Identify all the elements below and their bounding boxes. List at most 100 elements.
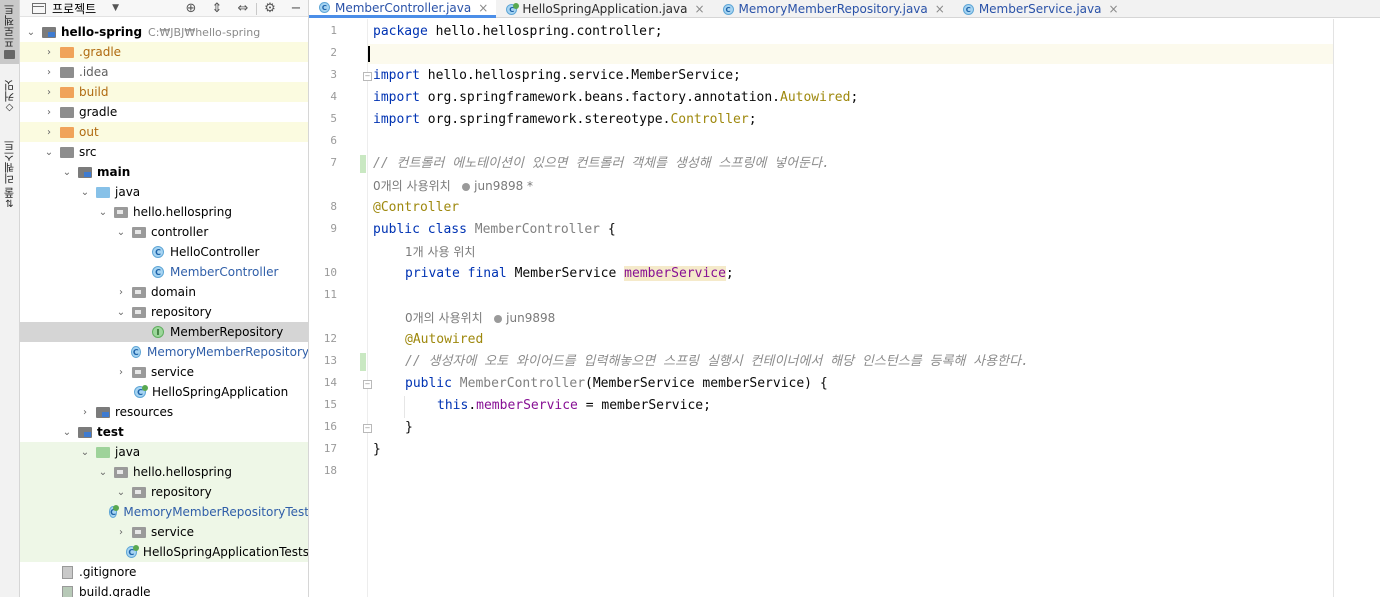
line-number: 6 [330, 134, 337, 147]
commit-tool-button[interactable]: 커밋 ◇ [0, 80, 19, 124]
tree-item-hello-spring-application-tests[interactable]: C HelloSpringApplicationTests [20, 542, 308, 562]
chevron-down-icon[interactable]: ⌄ [62, 427, 72, 438]
code-line-7: // 컨트롤러 에노테이션이 있으면 컨트롤러 객체를 생성해 스프링에 넣어둔… [373, 154, 830, 174]
chevron-down-icon[interactable]: ⌄ [116, 307, 126, 318]
line-number: 2 [330, 46, 337, 59]
inlay-hint-ctor-usages[interactable]: 0개의 사용위치 jun9898 [405, 309, 555, 327]
minimize-icon[interactable]: − [283, 1, 308, 16]
tree-item-test-package[interactable]: ⌄ hello.hellospring [20, 462, 308, 482]
tree-item-out[interactable]: › out [20, 122, 308, 142]
tree-item-gradle[interactable]: › gradle [20, 102, 308, 122]
expand-all-icon[interactable]: ⇕ [204, 1, 230, 16]
tree-item-resources[interactable]: › resources [20, 402, 308, 422]
tree-item-gradle-cache[interactable]: › .gradle [20, 42, 308, 62]
assignment: = memberService; [577, 398, 711, 413]
gear-icon[interactable]: ⚙ [257, 1, 283, 16]
chevron-down-icon[interactable]: ⌄ [44, 147, 54, 158]
tree-item-member-controller[interactable]: C MemberController [20, 262, 308, 282]
chevron-down-icon[interactable]: ⌄ [116, 487, 126, 498]
close-icon[interactable]: × [935, 2, 945, 16]
chevron-down-icon[interactable]: ⌄ [26, 27, 36, 38]
close-icon[interactable]: × [1108, 2, 1118, 16]
chevron-right-icon[interactable]: › [80, 407, 90, 418]
comment: // 컨트롤러 에노테이션이 있으면 컨트롤러 객체를 생성해 스프링에 넣어둔… [373, 156, 830, 171]
chevron-down-icon[interactable]: ⌄ [116, 227, 126, 238]
code-line-10: private final MemberService memberServic… [405, 264, 734, 284]
line-number: 1 [330, 24, 337, 37]
chevron-down-icon[interactable]: ⌄ [80, 187, 90, 198]
tab-memory-member-repository[interactable]: C MemoryMemberRepository.java × [713, 0, 953, 18]
tree-item-controller[interactable]: ⌄ controller [20, 222, 308, 242]
tab-member-service[interactable]: C MemberService.java × [953, 0, 1127, 18]
vcs-change-marker[interactable] [360, 155, 366, 173]
code-editor[interactable]: package hello.hellospring.controller; im… [368, 19, 1333, 597]
editor-tab-bar: C MemberController.java × C HelloSpringA… [309, 0, 1380, 18]
package-icon [132, 366, 146, 378]
tree-label: test [97, 425, 124, 439]
line-number: 15 [323, 398, 337, 411]
project-tool-button[interactable]: 프로젝트 [0, 0, 19, 64]
chevron-down-icon[interactable]: ⌄ [80, 447, 90, 458]
type-name: MemberService [514, 266, 617, 281]
tree-item-hello-spring[interactable]: ⌄ hello-spring C:₩JBJ₩hello-spring [20, 22, 308, 42]
tree-item-memory-member-repository-test[interactable]: C MemoryMemberRepositoryTest [20, 502, 308, 522]
chevron-down-icon[interactable]: ⌄ [98, 207, 108, 218]
line-number: 12 [323, 332, 337, 345]
tree-item-build-gradle[interactable]: build.gradle [20, 582, 308, 597]
editor-gutter[interactable]: 1 2 3 4 5 6 7 8 9 10 11 12 13 14 15 16 1… [309, 19, 372, 597]
tree-item-src[interactable]: ⌄ src [20, 142, 308, 162]
tree-item-main[interactable]: ⌄ main [20, 162, 308, 182]
tree-item-idea[interactable]: › .idea [20, 62, 308, 82]
resources-folder-icon [96, 406, 110, 418]
tree-item-main-java[interactable]: ⌄ java [20, 182, 308, 202]
chevron-right-icon[interactable]: › [116, 527, 126, 538]
inlay-hint-class-usages[interactable]: 0개의 사용위치 jun9898 * [373, 177, 533, 195]
folder-icon [60, 126, 74, 138]
tab-hello-spring-application[interactable]: C HelloSpringApplication.java × [496, 0, 712, 18]
folder-icon [4, 50, 15, 59]
locate-icon[interactable]: ⊕ [178, 1, 204, 16]
tree-item-service[interactable]: › service [20, 362, 308, 382]
package-icon [132, 486, 146, 498]
tree-item-build[interactable]: › build [20, 82, 308, 102]
tree-item-hello-controller[interactable]: C HelloController [20, 242, 308, 262]
code-line-16: } [405, 418, 413, 438]
vcs-change-marker[interactable] [360, 353, 366, 371]
tree-item-hello-spring-application[interactable]: C HelloSpringApplication [20, 382, 308, 402]
chevron-down-icon[interactable]: ⌄ [62, 167, 72, 178]
pull-request-tool-button[interactable]: 풀 리퀘스트 ⇅ [0, 140, 19, 222]
tree-item-test-java[interactable]: ⌄ java [20, 442, 308, 462]
close-icon[interactable]: × [478, 1, 488, 15]
chevron-right-icon[interactable]: › [116, 367, 126, 378]
tab-member-controller[interactable]: C MemberController.java × [309, 0, 497, 18]
chevron-right-icon[interactable]: › [44, 107, 54, 118]
tree-item-test-service[interactable]: › service [20, 522, 308, 542]
tree-item-test[interactable]: ⌄ test [20, 422, 308, 442]
collapse-all-icon[interactable]: ⇔ [230, 1, 256, 16]
chevron-down-icon[interactable]: ▼ [112, 3, 119, 13]
chevron-right-icon[interactable]: › [44, 87, 54, 98]
line-number: 10 [323, 266, 337, 279]
chevron-down-icon[interactable]: ⌄ [98, 467, 108, 478]
chevron-right-icon[interactable]: › [116, 287, 126, 298]
line-number: 7 [330, 156, 337, 169]
keyword: private [405, 266, 460, 281]
tree-item-test-repository[interactable]: ⌄ repository [20, 482, 308, 502]
tree-item-main-package[interactable]: ⌄ hello.hellospring [20, 202, 308, 222]
close-icon[interactable]: × [694, 2, 704, 16]
tree-item-member-repository[interactable]: I MemberRepository [20, 322, 308, 342]
tree-item-domain[interactable]: › domain [20, 282, 308, 302]
chevron-right-icon[interactable]: › [44, 127, 54, 138]
class-icon: C [152, 246, 164, 258]
inlay-hint-field-usages[interactable]: 1개 사용 위치 [405, 243, 475, 261]
gitignore-file-icon [62, 565, 73, 579]
chevron-right-icon[interactable]: › [44, 67, 54, 78]
code-line-9: public class MemberController { [373, 220, 616, 240]
tree-item-gitignore[interactable]: .gitignore [20, 562, 308, 582]
tree-item-memory-member-repository[interactable]: C MemoryMemberRepository [20, 342, 308, 362]
chevron-right-icon[interactable]: › [44, 47, 54, 58]
project-view-title[interactable]: 프로젝트 [52, 0, 96, 17]
test-class-icon: C [125, 545, 140, 558]
code-line-2-current [368, 44, 1333, 64]
tree-item-repository[interactable]: ⌄ repository [20, 302, 308, 322]
